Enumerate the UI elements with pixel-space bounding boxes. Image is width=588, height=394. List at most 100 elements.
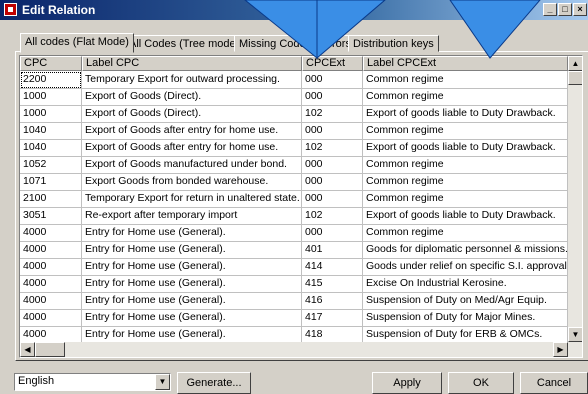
- table-cell[interactable]: 000: [302, 224, 363, 242]
- relation-grid[interactable]: CPC Label CPC CPCExt Label CPCExt 2200 Te…: [19, 55, 583, 358]
- vertical-scrollbar[interactable]: ▲ ▼: [568, 56, 582, 342]
- tab-all-codes-tree[interactable]: All Codes (Tree mode): [124, 35, 245, 52]
- ok-button[interactable]: OK: [448, 372, 514, 394]
- table-cell[interactable]: 4000: [20, 224, 82, 242]
- table-cell[interactable]: 4000: [20, 309, 82, 327]
- table-cell[interactable]: Export Goods from bonded warehouse.: [82, 173, 302, 191]
- horizontal-scrollbar[interactable]: ◀ ▶: [20, 342, 582, 357]
- table-cell[interactable]: 000: [302, 88, 363, 106]
- table-row[interactable]: 1040 Export of Goods after entry for home…: [20, 122, 568, 140]
- cancel-button[interactable]: Cancel: [520, 372, 588, 394]
- scroll-right-button[interactable]: ▶: [553, 342, 568, 357]
- table-row[interactable]: 2200 Temporary Export for outward process…: [20, 71, 568, 89]
- column-header-cpc[interactable]: CPC: [20, 56, 82, 71]
- column-header-label-cpc[interactable]: Label CPC: [82, 56, 302, 71]
- table-cell[interactable]: Export of goods liable to Duty Drawback.: [363, 207, 568, 225]
- table-row[interactable]: 4000 Entry for Home use (General). 414 Good…: [20, 258, 568, 276]
- table-cell[interactable]: 1000: [20, 88, 82, 106]
- table-row[interactable]: 4000 Entry for Home use (General). 415 Exci…: [20, 275, 568, 293]
- table-cell[interactable]: 1052: [20, 156, 82, 174]
- table-cell[interactable]: Export of goods liable to Duty Drawback.: [363, 139, 568, 157]
- title-bar[interactable]: Edit Relation _ □ ×: [0, 0, 588, 20]
- table-cell[interactable]: Export of Goods (Direct).: [82, 88, 302, 106]
- language-select[interactable]: English ▼: [14, 373, 171, 391]
- table-cell[interactable]: Common regime: [363, 71, 568, 89]
- table-row[interactable]: 4000 Entry for Home use (General). 417 Susp…: [20, 309, 568, 327]
- table-cell[interactable]: 4000: [20, 241, 82, 259]
- horizontal-scroll-thumb[interactable]: [35, 342, 65, 357]
- table-cell[interactable]: Entry for Home use (General).: [82, 224, 302, 242]
- table-cell[interactable]: Goods under relief on specific S.I. appr…: [363, 258, 568, 276]
- table-cell[interactable]: Entry for Home use (General).: [82, 309, 302, 327]
- table-row[interactable]: 1071 Export Goods from bonded warehouse. 0…: [20, 173, 568, 191]
- table-cell[interactable]: Suspension of Duty for Major Mines.: [363, 309, 568, 327]
- table-cell[interactable]: 000: [302, 190, 363, 208]
- table-row[interactable]: 4000 Entry for Home use (General). 416 Susp…: [20, 292, 568, 310]
- table-cell[interactable]: 000: [302, 156, 363, 174]
- table-cell[interactable]: Entry for Home use (General).: [82, 241, 302, 259]
- table-cell[interactable]: 417: [302, 309, 363, 327]
- close-button[interactable]: ×: [573, 3, 587, 16]
- table-row[interactable]: 2100 Temporary Export for return in unalt…: [20, 190, 568, 208]
- chevron-down-icon[interactable]: ▼: [155, 374, 170, 390]
- table-cell[interactable]: Export of Goods (Direct).: [82, 105, 302, 123]
- table-row[interactable]: 4000 Entry for Home use (General). 000 Comm…: [20, 224, 568, 242]
- table-cell[interactable]: 416: [302, 292, 363, 310]
- table-cell[interactable]: 000: [302, 173, 363, 191]
- generate-button[interactable]: Generate...: [177, 372, 251, 394]
- table-cell[interactable]: 1000: [20, 105, 82, 123]
- column-header-label-cpcext[interactable]: Label CPCExt: [363, 56, 568, 71]
- table-cell[interactable]: 000: [302, 122, 363, 140]
- tab-distribution-keys[interactable]: Distribution keys: [348, 35, 439, 52]
- table-cell[interactable]: Temporary Export for outward processing.: [82, 71, 302, 89]
- table-cell[interactable]: Entry for Home use (General).: [82, 275, 302, 293]
- table-cell[interactable]: 2200: [20, 71, 82, 89]
- table-cell[interactable]: Excise On Industrial Kerosine.: [363, 275, 568, 293]
- table-cell[interactable]: Entry for Home use (General).: [82, 258, 302, 276]
- minimize-button[interactable]: _: [543, 3, 557, 16]
- maximize-button[interactable]: □: [558, 3, 572, 16]
- table-row[interactable]: 1000 Export of Goods (Direct). 000 Common r…: [20, 88, 568, 106]
- table-row[interactable]: 1052 Export of Goods manufactured under b…: [20, 156, 568, 174]
- table-cell[interactable]: Common regime: [363, 224, 568, 242]
- tab-all-codes-flat[interactable]: All codes (Flat Mode): [20, 33, 134, 53]
- table-cell[interactable]: 2100: [20, 190, 82, 208]
- table-cell[interactable]: 1071: [20, 173, 82, 191]
- table-cell[interactable]: Export of Goods manufactured under bond.: [82, 156, 302, 174]
- table-cell[interactable]: Re-export after temporary import: [82, 207, 302, 225]
- column-header-cpcext[interactable]: CPCExt: [302, 56, 363, 71]
- table-cell[interactable]: 1040: [20, 122, 82, 140]
- apply-button[interactable]: Apply: [372, 372, 442, 394]
- table-row[interactable]: 3051 Re-export after temporary import 102 E…: [20, 207, 568, 225]
- table-cell[interactable]: Goods for diplomatic personnel & mission…: [363, 241, 568, 259]
- table-cell[interactable]: Common regime: [363, 88, 568, 106]
- table-row[interactable]: 4000 Entry for Home use (General). 401 Good…: [20, 241, 568, 259]
- vertical-scroll-thumb[interactable]: [568, 71, 582, 85]
- table-cell[interactable]: 000: [302, 71, 363, 89]
- table-cell[interactable]: 102: [302, 207, 363, 225]
- table-cell[interactable]: 4000: [20, 275, 82, 293]
- table-cell[interactable]: Common regime: [363, 173, 568, 191]
- table-cell[interactable]: 3051: [20, 207, 82, 225]
- table-cell[interactable]: 415: [302, 275, 363, 293]
- table-cell[interactable]: 1040: [20, 139, 82, 157]
- table-row[interactable]: 1000 Export of Goods (Direct). 102 Export o…: [20, 105, 568, 123]
- table-cell[interactable]: Common regime: [363, 190, 568, 208]
- table-cell[interactable]: Common regime: [363, 122, 568, 140]
- table-row[interactable]: 1040 Export of Goods after entry for home…: [20, 139, 568, 157]
- tab-missing-codes[interactable]: Missing Codes: [234, 35, 317, 52]
- table-cell[interactable]: Export of Goods after entry for home use…: [82, 139, 302, 157]
- table-cell[interactable]: Suspension of Duty on Med/Agr Equip.: [363, 292, 568, 310]
- table-cell[interactable]: Temporary Export for return in unaltered…: [82, 190, 302, 208]
- scroll-up-button[interactable]: ▲: [568, 56, 582, 71]
- table-cell[interactable]: 414: [302, 258, 363, 276]
- table-cell[interactable]: Export of goods liable to Duty Drawback.: [363, 105, 568, 123]
- table-cell[interactable]: 4000: [20, 258, 82, 276]
- scroll-left-button[interactable]: ◀: [20, 342, 35, 357]
- scroll-down-button[interactable]: ▼: [568, 327, 582, 342]
- table-cell[interactable]: Common regime: [363, 156, 568, 174]
- table-cell[interactable]: 4000: [20, 292, 82, 310]
- table-cell[interactable]: Export of Goods after entry for home use…: [82, 122, 302, 140]
- table-cell[interactable]: 401: [302, 241, 363, 259]
- table-cell[interactable]: Entry for Home use (General).: [82, 292, 302, 310]
